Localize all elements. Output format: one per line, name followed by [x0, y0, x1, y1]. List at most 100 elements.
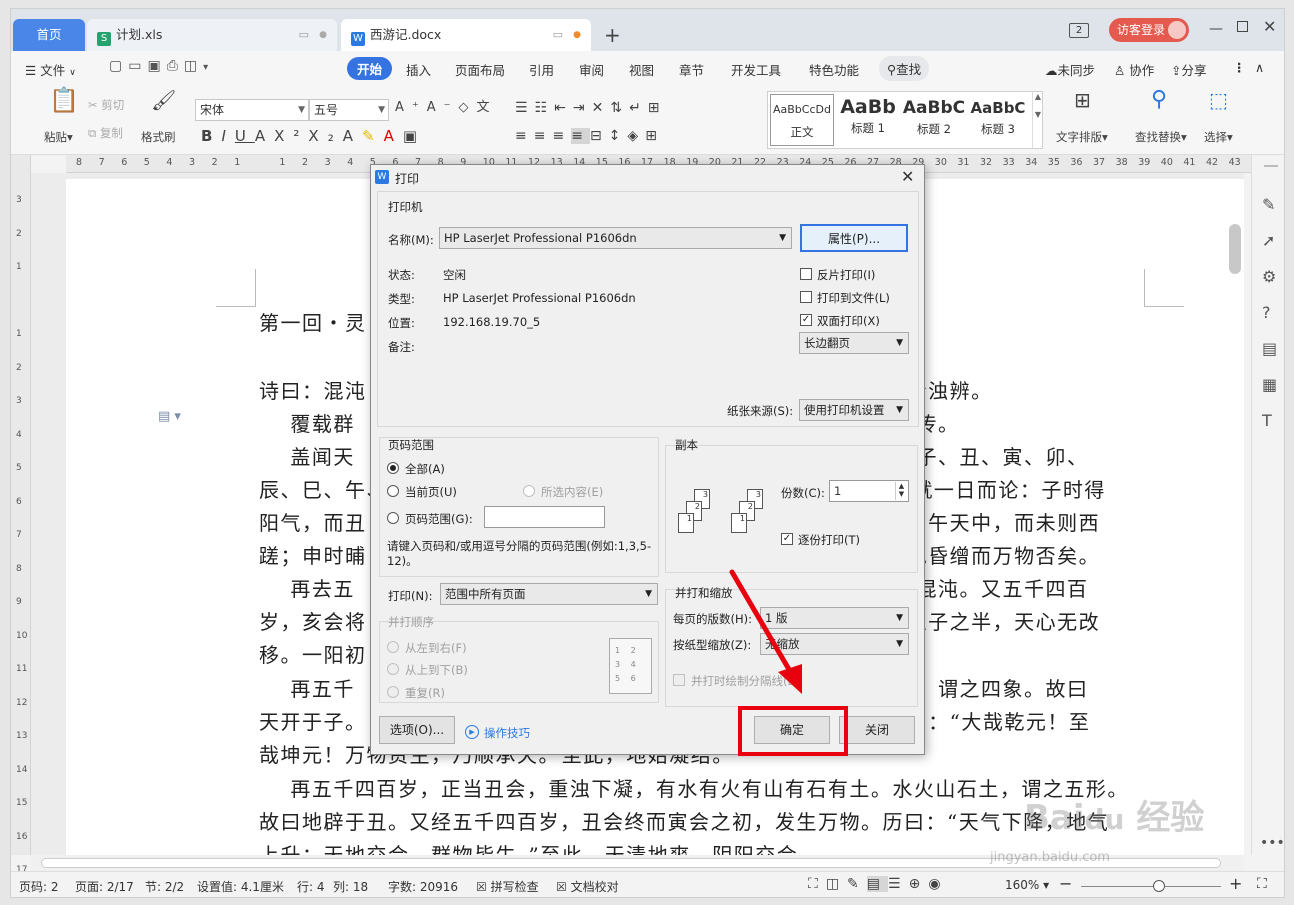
order-tb-radio[interactable]: [387, 663, 399, 675]
status-page-number[interactable]: 页码: 2: [19, 878, 59, 895]
customize-icon[interactable]: ▾: [203, 62, 214, 73]
select-button[interactable]: 选择▾: [1204, 129, 1233, 145]
order-repeat-radio[interactable]: [387, 686, 399, 698]
menu-developer[interactable]: 开发工具: [731, 60, 781, 79]
find-replace-icon[interactable]: ⚲: [1151, 89, 1167, 111]
paste-button[interactable]: 粘贴▾: [44, 129, 73, 145]
settings-sliders-icon[interactable]: ⚙: [1262, 267, 1276, 286]
zoom-in-icon[interactable]: +: [1229, 874, 1242, 893]
read-mode-icon[interactable]: ◫: [826, 876, 847, 892]
quick-access-toolbar[interactable]: ▢▭▣⎙◫▾: [109, 58, 214, 74]
bold-icon[interactable]: B: [201, 127, 221, 145]
printer-name-select[interactable]: HP LaserJet Professional P1606dn ▼: [439, 227, 792, 249]
spell-check-button[interactable]: ☒ 拼写检查: [476, 878, 539, 895]
web-view-icon[interactable]: ⊕: [909, 876, 929, 892]
zoom-slider-track[interactable]: [1081, 886, 1221, 887]
range-all-radio[interactable]: [387, 462, 399, 474]
copies-input[interactable]: 1 ▲ ▼: [829, 480, 909, 502]
cut-button[interactable]: ✂ 剪切: [88, 97, 124, 113]
show-marks-icon[interactable]: ↵: [629, 100, 648, 116]
menu-view[interactable]: 视图: [629, 60, 654, 79]
maximize-icon[interactable]: [1237, 21, 1248, 32]
align-right-icon[interactable]: ≡: [552, 128, 571, 144]
tab-plan-xls[interactable]: S 计划.xls ▭ ●: [87, 19, 337, 51]
close-button[interactable]: 关闭: [839, 716, 915, 744]
chinese-layout-icon[interactable]: ✕: [592, 100, 611, 116]
alignment-tools[interactable]: ≡≡≡≡⊟↕◈⊞: [515, 127, 664, 145]
zoom-level[interactable]: 160% ▾: [1005, 878, 1049, 892]
justify-icon[interactable]: ≡: [571, 128, 590, 144]
menu-insert[interactable]: 插入: [406, 60, 431, 79]
indent-icon[interactable]: ⇥: [573, 100, 592, 116]
doc-outline-icon[interactable]: ▤ ▾: [158, 409, 181, 424]
doc-compare-icon[interactable]: ▦: [1262, 375, 1277, 394]
char-border-icon[interactable]: ▣: [403, 127, 426, 145]
italic-icon[interactable]: I: [221, 127, 234, 145]
style-heading-1[interactable]: AaBb 标题 1: [836, 94, 900, 146]
menu-review[interactable]: 审阅: [579, 60, 604, 79]
pin-icon[interactable]: ▭: [553, 19, 563, 51]
underline-icon[interactable]: U: [235, 127, 255, 145]
font-size-select[interactable]: 五号 ▼: [309, 99, 389, 121]
shading-icon[interactable]: ◈: [627, 128, 645, 144]
superscript-icon[interactable]: X²: [274, 127, 308, 145]
sort-icon[interactable]: ⇅: [610, 100, 629, 116]
font-color-icon[interactable]: A: [384, 127, 403, 145]
menu-special[interactable]: 特色功能: [809, 60, 859, 79]
zoom-slider-thumb[interactable]: [1153, 880, 1165, 892]
open-icon[interactable]: ▭: [128, 58, 147, 74]
grow-font-icon[interactable]: A⁺: [395, 100, 427, 115]
flip-select[interactable]: 长边翻页 ▼: [799, 332, 909, 354]
status-pages[interactable]: 页面: 2/17: [75, 878, 134, 895]
fit-page-icon[interactable]: ⛶: [1257, 876, 1267, 892]
subscript-icon[interactable]: X₂: [308, 127, 342, 145]
draw-borders-checkbox[interactable]: [673, 674, 685, 686]
pinyin-icon[interactable]: 文: [477, 100, 498, 115]
highlight-icon[interactable]: ✎: [362, 127, 384, 145]
status-col[interactable]: 列: 18: [333, 878, 368, 895]
vertical-scrollbar-thumb[interactable]: [1229, 224, 1241, 274]
collate-checkbox[interactable]: ✓: [781, 533, 793, 545]
font-tools[interactable]: A⁺A⁻◇文: [395, 99, 498, 117]
reverse-print-checkbox[interactable]: [800, 268, 812, 280]
status-word-count[interactable]: 字数: 20916: [388, 878, 458, 895]
zoom-out-icon[interactable]: −: [1059, 874, 1072, 893]
text-effect-icon[interactable]: A: [343, 127, 362, 145]
numbering-icon[interactable]: ☷: [535, 100, 555, 116]
style-normal[interactable]: AaBbCcDd 正文: [770, 94, 834, 146]
tips-link[interactable]: 操作技巧: [484, 725, 530, 741]
format-painter-icon[interactable]: 🖌: [151, 90, 176, 110]
range-current-radio[interactable]: [387, 485, 399, 497]
play-icon[interactable]: ▶: [465, 725, 479, 739]
write-mode-icon[interactable]: ✎: [847, 876, 867, 892]
vertical-ruler[interactable]: 3 2 1 1 2 3 4 5 6 7 8 9 10 11 12 13 14 15 16 17: [11, 155, 31, 875]
font-style-tools[interactable]: BIUAX²X₂A✎A▣: [201, 127, 426, 145]
guest-login-button[interactable]: 访客登录: [1109, 18, 1189, 42]
cursor-icon[interactable]: ➚: [1262, 231, 1275, 250]
print-what-select[interactable]: 范围中所有页面 ▼: [440, 583, 658, 605]
search-box[interactable]: ⚲查找: [879, 56, 930, 81]
paper-source-select[interactable]: 使用打印机设置 ▼: [799, 399, 909, 421]
share-button[interactable]: ⇪分享: [1171, 60, 1207, 79]
line-spacing-icon[interactable]: ↕: [609, 128, 628, 144]
new-doc-icon[interactable]: ▢: [109, 58, 128, 74]
collapse-ribbon-icon[interactable]: ∧: [1255, 60, 1264, 75]
paragraph-tools[interactable]: ☰☷⇤⇥✕⇅↵⊞: [515, 99, 667, 117]
bullets-icon[interactable]: ☰: [515, 100, 535, 116]
more-menu-icon[interactable]: ⋮: [1233, 60, 1246, 75]
dialog-close-icon[interactable]: ✕: [901, 167, 914, 186]
options-button[interactable]: 选项(O)...: [379, 716, 455, 744]
fullscreen-icon[interactable]: ⛶: [808, 876, 826, 892]
menu-chapter[interactable]: 章节: [679, 60, 704, 79]
format-painter-button[interactable]: 格式刷: [141, 129, 176, 145]
menu-page-layout[interactable]: 页面布局: [455, 60, 505, 79]
page-view-icon[interactable]: ▤: [866, 876, 889, 892]
status-row[interactable]: 行: 4: [297, 878, 325, 895]
distribute-icon[interactable]: ⊟: [590, 128, 609, 144]
sync-status[interactable]: ☁未同步: [1045, 60, 1095, 79]
strikethrough-icon[interactable]: A: [255, 127, 274, 145]
clear-format-icon[interactable]: ◇: [459, 100, 477, 115]
style-heading-2[interactable]: AaBbC 标题 2: [902, 94, 966, 146]
select-icon[interactable]: ⬚: [1209, 90, 1228, 110]
text-layout-icon[interactable]: ⊞: [1074, 90, 1091, 110]
